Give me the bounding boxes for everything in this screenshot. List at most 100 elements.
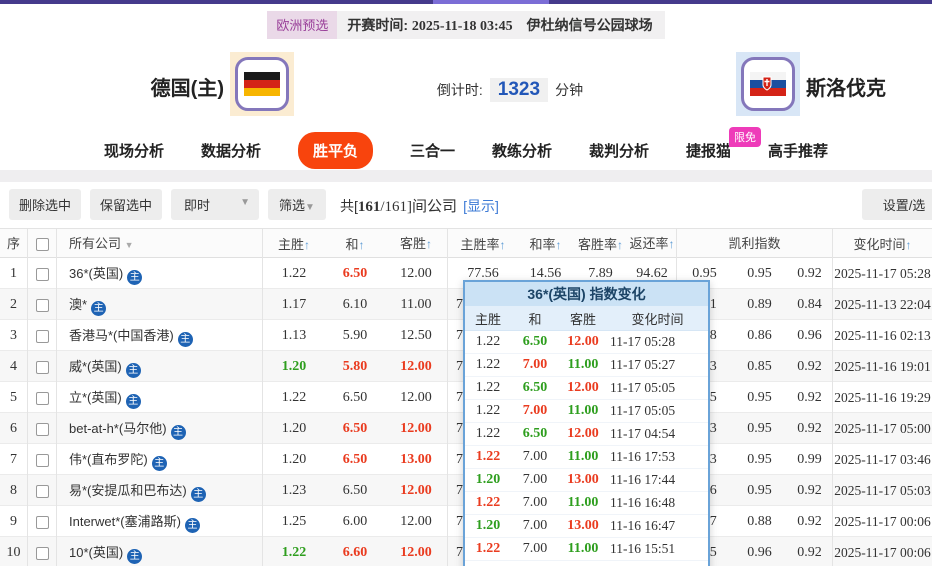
kelly-away-cell: 0.92 bbox=[787, 351, 833, 382]
header-company[interactable]: 所有公司 ▼ bbox=[57, 229, 263, 258]
draw-odds-cell[interactable]: 5.90 bbox=[325, 328, 385, 344]
company-cell[interactable]: bet-at-h*(马尔他) 主 bbox=[57, 413, 263, 444]
company-cell[interactable]: 10*(英国) 主 bbox=[57, 537, 263, 566]
draw-odds-cell[interactable]: 6.60 bbox=[325, 545, 385, 561]
header-draw-rate[interactable]: 和率↑ bbox=[518, 234, 573, 253]
header-company-label: 所有公司 bbox=[69, 236, 122, 251]
tab-referee-analysis[interactable]: 裁判分析 bbox=[589, 140, 649, 161]
away-odds-cell[interactable]: 12.00 bbox=[385, 258, 448, 289]
header-home-odds[interactable]: 主胜↑ bbox=[263, 234, 325, 253]
away-odds-cell[interactable]: 12.00 bbox=[385, 537, 448, 566]
tab-live-analysis[interactable]: 现场分析 bbox=[104, 140, 164, 161]
home-odds-cell[interactable]: 1.22 bbox=[263, 390, 325, 406]
draw-odds-cell[interactable]: 6.00 bbox=[325, 514, 385, 530]
away-odds-cell[interactable]: 13.00 bbox=[385, 444, 448, 475]
popup-change-time: 11-16 15:51 bbox=[610, 541, 676, 556]
away-odds-cell[interactable]: 12.00 bbox=[385, 475, 448, 506]
row-checkbox[interactable] bbox=[35, 485, 49, 499]
row-select-cell bbox=[28, 537, 57, 566]
row-checkbox[interactable] bbox=[35, 392, 49, 406]
draw-odds-cell[interactable]: 5.80 bbox=[325, 359, 385, 375]
row-checkbox[interactable] bbox=[35, 516, 49, 530]
away-odds-cell[interactable]: 12.00 bbox=[385, 506, 448, 537]
popup-away-odds: 11.00 bbox=[567, 449, 599, 464]
tab-coach-analysis[interactable]: 教练分析 bbox=[492, 140, 552, 161]
home-team-logo[interactable] bbox=[230, 52, 294, 116]
away-odds-cell[interactable]: 12.00 bbox=[385, 351, 448, 382]
home-badge-icon: 主 bbox=[151, 456, 167, 471]
odds-table-header: 序 所有公司 ▼ 主胜↑ 和↑ 客胜↑ 主胜率↑ 和率↑ 客胜率↑ 返还率↑ 凯… bbox=[0, 228, 932, 258]
row-checkbox[interactable] bbox=[35, 361, 49, 375]
popup-home-odds: 1.22 bbox=[475, 334, 501, 349]
away-odds-cell[interactable]: 11.00 bbox=[385, 289, 448, 320]
company-cell[interactable]: Interwet*(塞浦路斯) 主 bbox=[57, 506, 263, 537]
row-checkbox[interactable] bbox=[35, 330, 49, 344]
tab-expert-picks[interactable]: 高手推荐 bbox=[768, 140, 828, 161]
company-cell[interactable]: 立*(英国) 主 bbox=[57, 382, 263, 413]
row-checkbox[interactable] bbox=[35, 547, 49, 561]
draw-odds-cell[interactable]: 6.50 bbox=[325, 421, 385, 437]
odds-change-popup: 36*(英国) 指数变化 主胜 和 客胜 变化时间 1.22 6.50 12.0… bbox=[463, 280, 710, 566]
sort-up-icon: ↑ bbox=[304, 238, 310, 252]
instant-dropdown[interactable]: 即时 ▼ bbox=[171, 189, 259, 220]
tab-win-draw-lose[interactable]: 胜平负 bbox=[297, 131, 373, 169]
row-checkbox[interactable] bbox=[35, 268, 49, 282]
keep-selected-button[interactable]: 保留选中 bbox=[90, 189, 162, 220]
draw-odds-cell[interactable]: 6.50 bbox=[325, 452, 385, 468]
home-odds-cell[interactable]: 1.13 bbox=[263, 328, 325, 344]
popup-home-odds: 1.22 bbox=[475, 449, 501, 464]
tab-data-analysis[interactable]: 数据分析 bbox=[201, 140, 261, 161]
free-badge: 限免 bbox=[729, 126, 762, 147]
company-cell[interactable]: 澳* 主 bbox=[57, 289, 263, 320]
home-odds-cell[interactable]: 1.25 bbox=[263, 514, 325, 530]
header-home-label: 主胜 bbox=[277, 237, 304, 252]
row-checkbox[interactable] bbox=[35, 454, 49, 468]
header-home-rate[interactable]: 主胜率↑ bbox=[448, 234, 518, 253]
company-cell[interactable]: 威*(英国) 主 bbox=[57, 351, 263, 382]
company-cell[interactable]: 伟*(直布罗陀) 主 bbox=[57, 444, 263, 475]
home-odds-cell[interactable]: 1.20 bbox=[263, 452, 325, 468]
company-cell[interactable]: 36*(英国) 主 bbox=[57, 258, 263, 289]
filter-dropdown[interactable]: 筛选▼ bbox=[268, 189, 326, 220]
draw-odds-cell[interactable]: 6.50 bbox=[325, 390, 385, 406]
header-change-time[interactable]: 变化时间↑ bbox=[833, 234, 932, 253]
header-away-odds[interactable]: 客胜↑ bbox=[385, 229, 448, 258]
home-odds-cell[interactable]: 1.20 bbox=[263, 421, 325, 437]
popup-row: 1.22 6.50 12.00 11-17 04:54 bbox=[465, 423, 708, 446]
company-cell[interactable]: 易*(安提瓜和巴布达) 主 bbox=[57, 475, 263, 506]
company-cell[interactable]: 香港马*(中国香港) 主 bbox=[57, 320, 263, 351]
chevron-down-icon: ▼ bbox=[305, 202, 315, 213]
away-odds-cell[interactable]: 12.00 bbox=[385, 413, 448, 444]
popup-change-time: 11-17 05:27 bbox=[610, 357, 676, 372]
countdown-label: 倒计时: bbox=[436, 82, 483, 98]
tab-jiebao-cat[interactable]: 捷报猫 限免 bbox=[686, 126, 762, 161]
home-odds-cell[interactable]: 1.20 bbox=[263, 359, 325, 375]
away-odds-cell[interactable]: 12.50 bbox=[385, 320, 448, 351]
popup-draw-odds: 7.00 bbox=[522, 357, 548, 372]
show-link[interactable]: [显示] bbox=[463, 198, 499, 214]
row-number: 10 bbox=[0, 537, 28, 566]
header-away-rate[interactable]: 客胜率↑ bbox=[573, 234, 628, 253]
popup-row: 1.22 7.00 11.00 11-16 16:48 bbox=[465, 492, 708, 515]
home-odds-cell[interactable]: 1.23 bbox=[263, 483, 325, 499]
away-team-logo[interactable] bbox=[736, 52, 800, 116]
row-checkbox[interactable] bbox=[35, 299, 49, 313]
draw-odds-cell[interactable]: 6.50 bbox=[325, 483, 385, 499]
delete-selected-button[interactable]: 删除选中 bbox=[9, 189, 81, 220]
home-badge-icon: 主 bbox=[190, 487, 206, 502]
tab-three-in-one[interactable]: 三合一 bbox=[410, 140, 455, 161]
away-odds-cell[interactable]: 12.00 bbox=[385, 382, 448, 413]
draw-odds-cell[interactable]: 6.10 bbox=[325, 297, 385, 313]
settings-button[interactable]: 设置/选 bbox=[862, 189, 932, 220]
kelly-away-cell: 0.92 bbox=[787, 413, 833, 444]
home-odds-cell[interactable]: 1.17 bbox=[263, 297, 325, 313]
draw-odds-cell[interactable]: 6.50 bbox=[325, 266, 385, 282]
select-all-checkbox[interactable] bbox=[35, 238, 49, 252]
home-odds-cell[interactable]: 1.22 bbox=[263, 545, 325, 561]
popup-away-odds: 12.00 bbox=[567, 380, 599, 395]
header-return-rate[interactable]: 返还率↑ bbox=[628, 229, 677, 258]
home-odds-cell[interactable]: 1.22 bbox=[263, 266, 325, 282]
row-checkbox[interactable] bbox=[35, 423, 49, 437]
header-draw-odds[interactable]: 和↑ bbox=[325, 234, 385, 253]
company-count: 共[161/161]间公司 [显示] bbox=[340, 195, 499, 216]
